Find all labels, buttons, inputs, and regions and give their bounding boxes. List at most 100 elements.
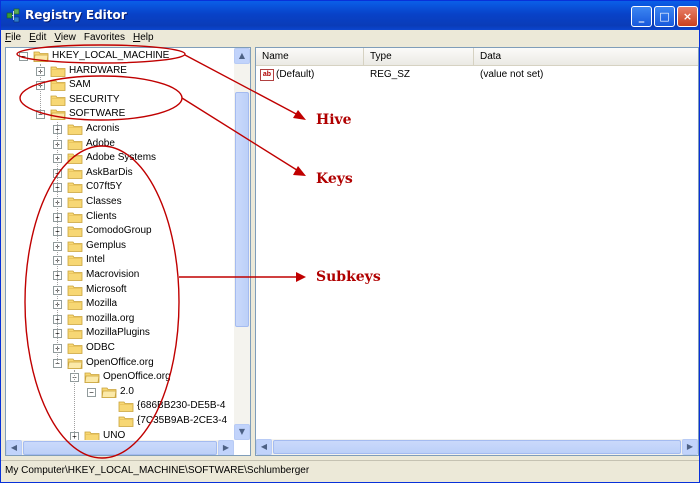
tree-node-label: Gemplus — [86, 239, 127, 251]
tree-node-label: 2.0 — [120, 385, 134, 397]
menu-label-rest: iew — [60, 32, 76, 43]
scroll-left-button[interactable]: ◀ — [256, 439, 272, 455]
tree-node-label: AskBarDis — [86, 166, 133, 178]
folder-icon — [50, 66, 66, 77]
tree-horizontal-scroll-thumb[interactable] — [23, 441, 217, 455]
tree-node[interactable]: + Acronis — [6, 122, 234, 136]
list-horizontal-scrollbar[interactable]: ◀ ▶ — [256, 439, 698, 455]
tree-node-label: SECURITY — [69, 93, 120, 105]
open-folder-icon — [84, 372, 100, 384]
tree-node[interactable]: + ComodoGroup — [6, 224, 234, 238]
scroll-down-button[interactable]: ▼ — [234, 424, 250, 440]
tree-node[interactable]: + ODBC — [6, 341, 234, 355]
folder-icon — [50, 95, 66, 106]
tree-node-label: Adobe — [86, 137, 115, 149]
tree-node[interactable]: + C07ft5Y — [6, 180, 234, 194]
registry-tree-pane[interactable]: − HKEY_LOCAL_MACHINE + HARDWARE + SAM SECURITY… — [5, 47, 251, 456]
tree-node-label: OpenOffice.org — [86, 356, 154, 368]
tree-node[interactable]: + Classes — [6, 195, 234, 209]
menu-label-rest: elp — [140, 32, 154, 43]
tree-vertical-scroll-thumb[interactable] — [235, 92, 249, 327]
registry-key-tree[interactable]: − HKEY_LOCAL_MACHINE + HARDWARE + SAM SECURITY… — [6, 48, 234, 440]
collapse-toggle[interactable]: − — [19, 52, 28, 61]
folder-icon — [67, 299, 83, 311]
folder-icon — [84, 431, 100, 440]
menu-edit[interactable]: Edit — [25, 30, 50, 47]
folder-icon — [67, 285, 83, 296]
tree-node-label: HKEY_LOCAL_MACHINE — [52, 50, 170, 61]
values-list-pane[interactable]: Name Type Data ab (Default) REG_SZ (valu… — [255, 47, 699, 456]
list-header: Name Type Data — [256, 48, 698, 66]
list-horizontal-scroll-thumb[interactable] — [273, 440, 681, 454]
tree-node-label: Clients — [86, 210, 117, 222]
menu-favorites[interactable]: Favorites — [80, 30, 129, 47]
tree-node[interactable]: + Adobe Systems — [6, 151, 234, 165]
tree-horizontal-scrollbar[interactable]: ◀ ▶ — [6, 440, 234, 455]
tree-node[interactable]: + Microsoft — [6, 283, 234, 297]
open-folder-icon — [67, 358, 83, 369]
folder-icon — [67, 153, 83, 165]
column-header-name[interactable]: Name — [256, 48, 364, 66]
string-value-icon: ab — [260, 69, 274, 81]
value-name: (Default) — [276, 69, 315, 80]
minimize-button[interactable]: _ — [631, 6, 652, 27]
folder-icon — [50, 80, 66, 92]
open-folder-icon — [101, 387, 117, 398]
value-row[interactable]: ab (Default) REG_SZ (value not set) — [256, 68, 698, 82]
tree-node[interactable]: + Mozilla — [6, 297, 234, 311]
tree-node[interactable]: − 2.0 — [6, 385, 234, 399]
tree-node[interactable]: − OpenOffice.org — [6, 356, 234, 370]
tree-vertical-scrollbar[interactable]: ▲ ▼ — [234, 48, 250, 440]
tree-node[interactable]: + Intel — [6, 253, 234, 267]
close-button[interactable]: × — [677, 6, 698, 27]
tree-guide-line — [40, 63, 41, 115]
tree-node[interactable]: + AskBarDis — [6, 166, 234, 180]
tree-node[interactable]: + Gemplus — [6, 239, 234, 253]
scroll-up-button[interactable]: ▲ — [234, 48, 250, 64]
tree-node[interactable]: + Macrovision — [6, 268, 234, 282]
tree-node[interactable]: {686BB230-DE5B-4 — [6, 399, 234, 413]
tree-node[interactable]: − HKEY_LOCAL_MACHINE — [6, 49, 234, 63]
column-header-data[interactable]: Data — [474, 48, 698, 66]
title-bar[interactable]: Registry Editor _ □ × — [1, 1, 699, 30]
scroll-left-button[interactable]: ◀ — [6, 440, 22, 455]
maximize-button[interactable]: □ — [654, 6, 675, 27]
tree-node[interactable]: − OpenOffice.org — [6, 370, 234, 384]
tree-node-label: HARDWARE — [69, 64, 127, 76]
tree-node[interactable]: + Clients — [6, 210, 234, 224]
column-header-type[interactable]: Type — [364, 48, 474, 66]
scroll-right-button[interactable]: ▶ — [218, 440, 234, 455]
folder-icon — [67, 255, 83, 267]
folder-icon — [67, 124, 83, 135]
tree-node-label: Intel — [86, 254, 105, 266]
menu-file[interactable]: File — [1, 30, 25, 47]
menu-bar: File Edit View Favorites Help — [1, 30, 699, 47]
tree-node[interactable]: + MozillaPlugins — [6, 326, 234, 340]
menu-view[interactable]: View — [50, 30, 80, 47]
tree-node[interactable]: {7C35B9AB-2CE3-4 — [6, 414, 234, 428]
folder-icon — [67, 212, 83, 223]
tree-guide-line — [74, 370, 75, 436]
scroll-right-button[interactable]: ▶ — [682, 439, 698, 455]
collapse-toggle[interactable]: − — [87, 387, 96, 397]
tree-node-label: Macrovision — [86, 269, 140, 280]
tree-node-label: C07ft5Y — [86, 181, 123, 193]
tree-node[interactable]: + Adobe — [6, 137, 234, 151]
registry-editor-window: Registry Editor _ □ × File Edit View Favori… — [0, 0, 700, 483]
folder-icon — [67, 314, 83, 325]
folder-icon — [118, 401, 134, 413]
subkeys-annotation-label: Subkeys — [316, 269, 381, 285]
menu-label-rest: dit — [35, 32, 47, 43]
tree-node-label: Mozilla — [86, 298, 118, 310]
folder-icon — [67, 241, 83, 252]
value-type: REG_SZ — [370, 69, 411, 80]
tree-node-label: SAM — [69, 79, 91, 91]
tree-node-label: mozilla.org — [86, 312, 135, 324]
tree-node[interactable]: + UNO — [6, 429, 234, 440]
menu-help[interactable]: Help — [129, 30, 158, 47]
folder-icon — [67, 343, 83, 354]
tree-node[interactable]: + mozilla.org — [6, 312, 234, 326]
hive-annotation-label: Hive — [316, 112, 352, 128]
folder-icon — [67, 226, 83, 238]
folder-icon — [67, 328, 83, 340]
